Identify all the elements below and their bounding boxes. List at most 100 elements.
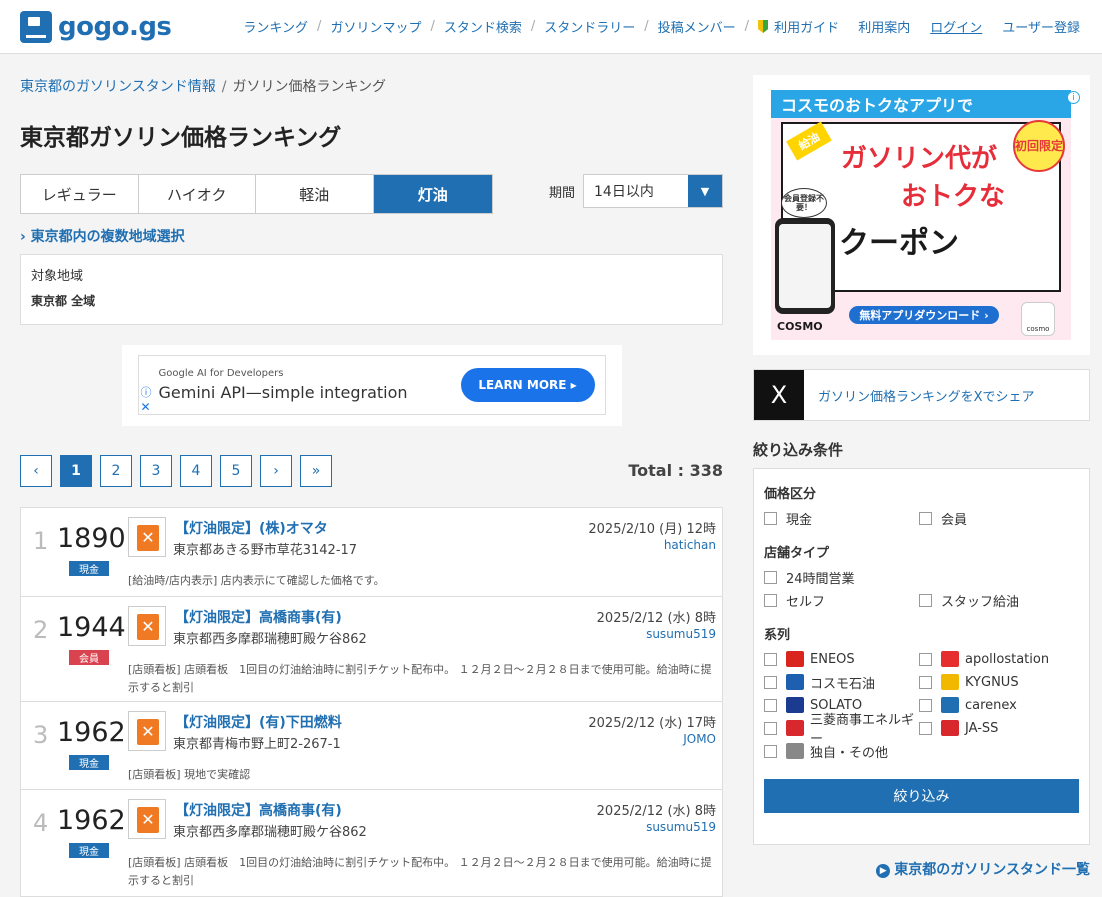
nav-members[interactable]: 投稿メンバー — [658, 17, 736, 36]
checkbox[interactable] — [764, 652, 777, 666]
brand-eneos-checkbox[interactable]: ENEOS — [764, 651, 919, 667]
price-note: [店頭看板] 現地で実確認 — [128, 768, 251, 781]
checkbox[interactable] — [919, 593, 932, 607]
region-toggle[interactable]: › 東京都内の複数地域選択 — [20, 226, 723, 246]
ad-info-icon[interactable]: ⓘ — [141, 384, 152, 400]
page-5[interactable]: 5 — [220, 455, 252, 487]
brand-carenex-checkbox[interactable]: carenex — [919, 697, 1074, 713]
filter-submit-button[interactable]: 絞り込み — [764, 779, 1079, 813]
station-name[interactable]: 【灯油限定】(株)オマタ — [175, 518, 328, 538]
share-x-button[interactable]: X ガソリン価格ランキングをXでシェア — [753, 369, 1090, 421]
page-prev[interactable]: ‹ — [20, 455, 52, 487]
page-1[interactable]: 1 — [60, 455, 92, 487]
station-name[interactable]: 【灯油限定】高橋商事(有) — [175, 607, 342, 627]
info-link[interactable]: 利用案内 — [858, 17, 910, 36]
checkbox[interactable] — [764, 698, 777, 712]
period-select[interactable]: 14日以内 ▼ — [583, 174, 723, 208]
region-box: 対象地域 東京都 全域 — [20, 254, 723, 325]
login-link[interactable]: ログイン — [930, 17, 982, 36]
nav-guide[interactable]: 利用ガイド — [774, 17, 839, 36]
checkbox[interactable] — [919, 511, 932, 525]
main-content: 東京都のガソリンスタンド情報 / ガソリン価格ランキング 東京都ガソリン価格ランキン… — [20, 54, 723, 897]
nav-stand-search[interactable]: スタンド検索 — [444, 17, 522, 36]
filter-staff-checkbox[interactable]: スタッフ給油 — [919, 593, 1074, 610]
mitsubishi-logo-icon — [786, 720, 804, 736]
page-3[interactable]: 3 — [140, 455, 172, 487]
page-last[interactable]: » — [300, 455, 332, 487]
ad-info-icon[interactable]: i — [1067, 91, 1080, 104]
nav-stand-rally[interactable]: スタンドラリー — [544, 17, 635, 36]
total-count: Total : 338 — [628, 461, 723, 480]
tab-high-octane[interactable]: ハイオク — [139, 175, 256, 213]
page-4[interactable]: 4 — [180, 455, 212, 487]
apollostation-logo-icon — [941, 651, 959, 667]
brand-other-checkbox[interactable]: 独自・その他 — [764, 743, 919, 761]
beginner-mark-icon — [758, 20, 769, 33]
arrow-right-icon: ▶ — [876, 864, 891, 878]
checkbox[interactable] — [919, 675, 932, 689]
jass-logo-icon — [941, 720, 959, 736]
cosmo-ad-line2: おトクな — [901, 182, 1006, 212]
kerosene-can-icon — [128, 799, 166, 839]
page-next[interactable]: › — [260, 455, 292, 487]
brand-apollostation-checkbox[interactable]: apollostation — [919, 651, 1074, 667]
brand-mitsubishi-checkbox[interactable]: 三菱商事エネルギー — [764, 713, 919, 747]
reporter-user[interactable]: hatichan — [664, 538, 716, 552]
region-label: 対象地域 — [31, 269, 84, 284]
checkbox[interactable] — [919, 721, 932, 735]
checkbox[interactable] — [919, 698, 932, 712]
station-name[interactable]: 【灯油限定】(有)下田燃料 — [175, 712, 342, 732]
price-note: [給油時/店内表示] 店内表示にて確認した価格です。 — [128, 574, 385, 587]
nav-ranking[interactable]: ランキング — [243, 17, 308, 36]
checkbox[interactable] — [764, 570, 777, 584]
tab-kerosene[interactable]: 灯油 — [373, 175, 492, 213]
ad-close-icon[interactable]: ✕ — [141, 400, 151, 414]
cosmo-logo-icon — [786, 674, 804, 690]
cosmo-logo: COSMO — [777, 320, 823, 333]
ad-learn-more-button[interactable]: LEARN MORE ▸ — [460, 368, 595, 402]
brand-cosmo-checkbox[interactable]: コスモ石油 — [764, 674, 919, 692]
price-type-badge: 現金 — [69, 843, 109, 858]
chevron-down-icon[interactable]: ▼ — [688, 175, 722, 207]
list-item[interactable]: 2 1944 会員 【灯油限定】高橋商事(有) 東京都西多摩郡瑞穂町殿ケ谷862… — [21, 597, 722, 702]
filter-cash-checkbox[interactable]: 現金 — [764, 511, 919, 528]
list-item[interactable]: 4 1962 現金 【灯油限定】高橋商事(有) 東京都西多摩郡瑞穂町殿ケ谷862… — [21, 790, 722, 896]
nav-gas-map[interactable]: ガソリンマップ — [330, 17, 421, 36]
cosmo-ad-line3: クーポン — [839, 226, 959, 261]
cosmo-download-button[interactable]: 無料アプリダウンロード › — [849, 306, 999, 324]
site-logo[interactable]: gogo.gs — [20, 10, 172, 43]
filter-24h-checkbox[interactable]: 24時間営業 — [764, 570, 919, 587]
reporter-user[interactable]: susumu519 — [646, 627, 716, 641]
checkbox[interactable] — [764, 593, 777, 607]
filter-member-checkbox[interactable]: 会員 — [919, 511, 1074, 528]
breadcrumb-home[interactable]: 東京都のガソリンスタンド情報 — [20, 79, 216, 95]
tab-diesel[interactable]: 軽油 — [256, 175, 374, 213]
fuel-tabs-row: レギュラー ハイオク 軽油 灯油 期間 14日以内 ▼ — [20, 174, 723, 214]
cosmo-ad-line1: ガソリン代が — [841, 144, 998, 174]
pagination-row: ‹ 1 2 3 4 5 › » Total : 338 — [20, 455, 723, 487]
filter-self-checkbox[interactable]: セルフ — [764, 593, 919, 610]
checkbox[interactable] — [764, 675, 777, 689]
tab-regular[interactable]: レギュラー — [21, 175, 139, 213]
list-item[interactable]: 3 1962 現金 【灯油限定】(有)下田燃料 東京都青梅市野上町2-267-1… — [21, 702, 722, 790]
brand-kygnus-checkbox[interactable]: KYGNUS — [919, 674, 1074, 690]
reporter-user[interactable]: susumu519 — [646, 820, 716, 834]
cosmo-ad[interactable]: コスモのおトクなアプリで 給油 初回限定 ガソリン代が おトクな クーポン 会員… — [753, 75, 1090, 355]
reporter-user[interactable]: JOMO — [683, 732, 716, 746]
station-name[interactable]: 【灯油限定】高橋商事(有) — [175, 800, 342, 820]
checkbox[interactable] — [764, 721, 777, 735]
cosmo-ad-creative[interactable]: コスモのおトクなアプリで 給油 初回限定 ガソリン代が おトクな クーポン 会員… — [771, 90, 1071, 340]
list-item[interactable]: 1 1890 現金 【灯油限定】(株)オマタ 東京都あきる野市草花3142-17… — [21, 508, 722, 597]
google-ad[interactable]: Google AI for Developers Gemini API—simp… — [137, 355, 606, 415]
fuel-tabs: レギュラー ハイオク 軽油 灯油 — [20, 174, 493, 214]
brand-jass-checkbox[interactable]: JA-SS — [919, 720, 1074, 736]
checkbox[interactable] — [919, 652, 932, 666]
checkbox[interactable] — [764, 744, 777, 758]
page-2[interactable]: 2 — [100, 455, 132, 487]
checkbox[interactable] — [764, 511, 777, 525]
station-list-link[interactable]: ▶ 東京都のガソリンスタンド一覧 — [753, 859, 1090, 879]
report-date: 2025/2/10 (月) 12時 — [588, 522, 716, 537]
price-type-badge: 現金 — [69, 755, 109, 770]
register-link[interactable]: ユーザー登録 — [1002, 17, 1080, 36]
cosmo-app-icon: cosmo — [1021, 302, 1055, 336]
